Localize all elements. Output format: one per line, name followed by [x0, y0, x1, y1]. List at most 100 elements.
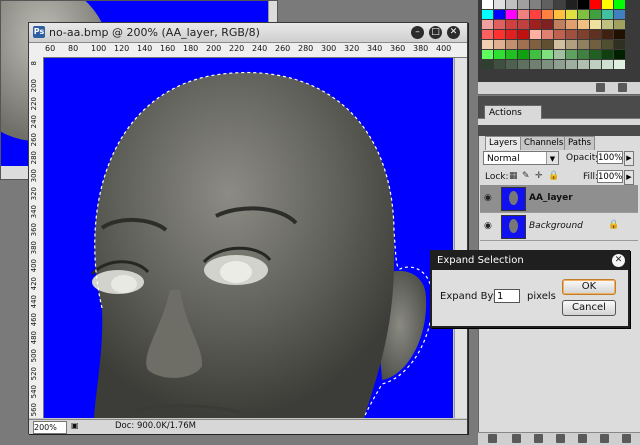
color-swatch[interactable]	[602, 0, 613, 9]
color-swatch[interactable]	[554, 50, 565, 59]
color-swatch[interactable]	[482, 20, 493, 29]
color-swatch[interactable]	[590, 0, 601, 9]
color-swatch[interactable]	[590, 20, 601, 29]
color-swatch[interactable]	[542, 0, 553, 9]
color-swatch[interactable]	[614, 10, 625, 19]
color-swatch[interactable]	[566, 40, 577, 49]
color-swatch[interactable]	[518, 30, 529, 39]
vertical-scrollbar[interactable]	[454, 58, 467, 418]
color-swatch[interactable]	[590, 50, 601, 59]
color-swatch[interactable]	[506, 20, 517, 29]
opacity-arrow-icon[interactable]: ▶	[624, 151, 634, 166]
color-swatch[interactable]	[506, 50, 517, 59]
color-swatch[interactable]	[530, 30, 541, 39]
layer-mask-icon[interactable]	[534, 434, 543, 443]
color-swatch[interactable]	[542, 30, 553, 39]
color-swatch[interactable]	[518, 10, 529, 19]
color-swatch[interactable]	[590, 60, 601, 69]
color-swatch[interactable]	[518, 40, 529, 49]
maximize-icon[interactable]: □	[429, 26, 442, 39]
color-swatch[interactable]	[578, 10, 589, 19]
color-swatch[interactable]	[494, 20, 505, 29]
delete-layer-icon[interactable]	[622, 434, 631, 443]
eye-icon[interactable]: ◉	[484, 193, 492, 203]
color-swatch[interactable]	[590, 30, 601, 39]
ok-button[interactable]: OK	[562, 279, 616, 295]
chevron-down-icon[interactable]: ▼	[546, 152, 558, 164]
status-menu-icon[interactable]: ▣	[71, 421, 79, 430]
color-swatch[interactable]	[614, 50, 625, 59]
tab-channels[interactable]: Channels	[520, 136, 568, 150]
color-swatch[interactable]	[482, 50, 493, 59]
vertical-ruler[interactable]: 8 200 220 240 260 280 300 320 340 360 380 400 420 440…	[29, 57, 44, 418]
color-swatch[interactable]	[530, 20, 541, 29]
color-swatch[interactable]	[602, 10, 613, 19]
color-swatch[interactable]	[482, 30, 493, 39]
color-swatch[interactable]	[614, 40, 625, 49]
close-icon[interactable]: ✕	[612, 254, 625, 267]
color-swatch[interactable]	[542, 20, 553, 29]
color-swatch[interactable]	[566, 50, 577, 59]
color-swatch[interactable]	[614, 0, 625, 9]
color-swatch[interactable]	[554, 30, 565, 39]
color-swatch[interactable]	[602, 20, 613, 29]
color-swatch[interactable]	[566, 0, 577, 9]
cancel-button[interactable]: Cancel	[562, 300, 616, 316]
color-swatch[interactable]	[554, 10, 565, 19]
color-swatch[interactable]	[518, 60, 529, 69]
color-swatch[interactable]	[506, 0, 517, 9]
adjustment-layer-icon[interactable]	[556, 434, 565, 443]
color-swatch[interactable]	[590, 40, 601, 49]
color-swatch[interactable]	[530, 10, 541, 19]
lock-transparency-icon[interactable]: ▦	[509, 171, 518, 181]
color-swatch[interactable]	[566, 10, 577, 19]
close-icon[interactable]: ✕	[447, 26, 460, 39]
layer-row-aa-layer[interactable]: ◉ AA_layer	[480, 185, 638, 213]
new-swatch-icon[interactable]	[596, 83, 605, 92]
color-swatch[interactable]	[554, 40, 565, 49]
color-swatch[interactable]	[506, 10, 517, 19]
color-swatch[interactable]	[518, 20, 529, 29]
color-swatch[interactable]	[482, 60, 493, 69]
color-swatch[interactable]	[530, 40, 541, 49]
opacity-field[interactable]: 100%	[597, 151, 623, 164]
minimize-icon[interactable]: –	[411, 26, 424, 39]
color-swatch[interactable]	[494, 50, 505, 59]
lock-all-icon[interactable]: 🔒	[548, 171, 559, 181]
document-window[interactable]: Ps no-aa.bmp @ 200% (AA_layer, RGB/8) – …	[28, 22, 468, 434]
image-canvas[interactable]	[44, 58, 453, 418]
color-swatch[interactable]	[578, 20, 589, 29]
color-swatch[interactable]	[542, 10, 553, 19]
color-swatch[interactable]	[506, 40, 517, 49]
color-swatch[interactable]	[494, 30, 505, 39]
color-swatch[interactable]	[614, 30, 625, 39]
color-swatch[interactable]	[578, 30, 589, 39]
color-swatch[interactable]	[518, 0, 529, 9]
color-swatch[interactable]	[482, 0, 493, 9]
color-swatch[interactable]	[542, 50, 553, 59]
new-group-icon[interactable]	[578, 434, 587, 443]
layer-row-background[interactable]: ◉ Background 🔒	[480, 213, 638, 241]
expand-selection-dialog[interactable]: Expand Selection ✕ Expand By: 1 pixels O…	[430, 250, 630, 328]
color-swatch[interactable]	[542, 60, 553, 69]
new-layer-icon[interactable]	[600, 434, 609, 443]
color-swatch[interactable]	[590, 10, 601, 19]
layer-style-icon[interactable]	[512, 434, 521, 443]
color-swatch[interactable]	[566, 30, 577, 39]
tab-layers[interactable]: Layers	[485, 136, 522, 150]
color-swatch[interactable]	[482, 40, 493, 49]
color-swatch[interactable]	[578, 60, 589, 69]
color-swatch[interactable]	[578, 0, 589, 9]
color-swatch[interactable]	[554, 0, 565, 9]
color-swatch[interactable]	[530, 60, 541, 69]
tab-paths[interactable]: Paths	[564, 136, 596, 150]
blend-mode-select[interactable]: Normal ▼	[483, 151, 559, 165]
dialog-titlebar[interactable]: Expand Selection ✕	[432, 252, 628, 270]
link-layers-icon[interactable]	[488, 434, 497, 443]
color-swatch[interactable]	[530, 50, 541, 59]
color-swatch[interactable]	[578, 40, 589, 49]
color-swatch[interactable]	[554, 60, 565, 69]
color-swatch[interactable]	[566, 60, 577, 69]
color-swatch[interactable]	[482, 10, 493, 19]
color-swatch[interactable]	[602, 40, 613, 49]
